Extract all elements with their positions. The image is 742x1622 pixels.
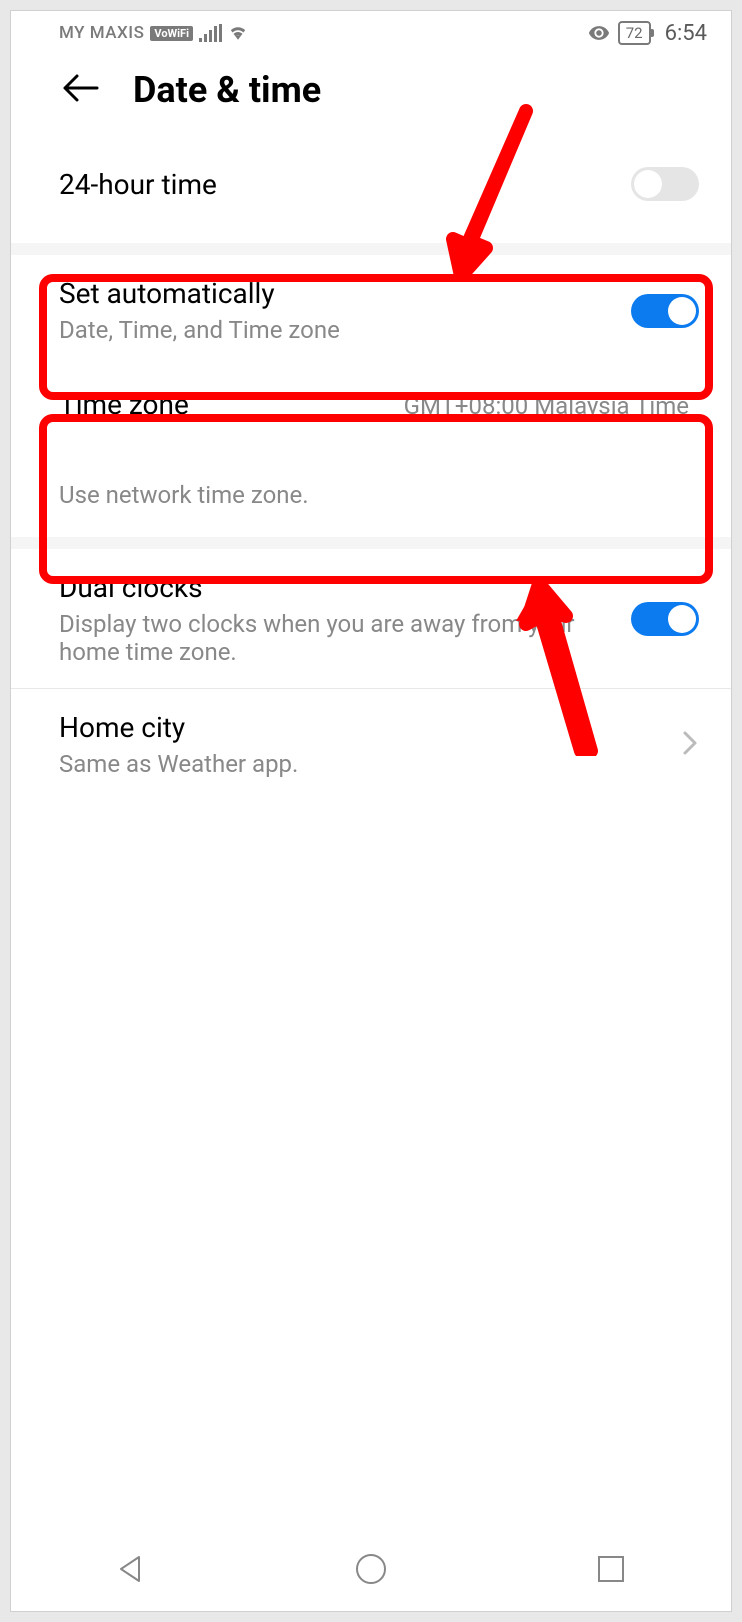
setting-title-home-city: Home city bbox=[59, 711, 665, 744]
setting-set-automatically[interactable]: Set automatically Date, Time, and Time z… bbox=[11, 255, 731, 366]
nav-recent-button[interactable] bbox=[591, 1549, 631, 1593]
setting-dual-clocks[interactable]: Dual clocks Display two clocks when you … bbox=[11, 549, 731, 689]
setting-home-city[interactable]: Home city Same as Weather app. bbox=[11, 689, 731, 800]
setting-title-timezone: Time zone bbox=[59, 388, 189, 421]
toggle-set-automatically[interactable] bbox=[631, 294, 699, 328]
clock-time: 6:54 bbox=[665, 21, 707, 46]
battery-icon: 72 bbox=[618, 21, 651, 45]
setting-subtitle-set-auto: Date, Time, and Time zone bbox=[59, 316, 631, 344]
setting-value-timezone: GMT+08:00 Malaysia Time bbox=[404, 392, 689, 420]
setting-24hour[interactable]: 24-hour time bbox=[11, 125, 731, 243]
wifi-icon bbox=[228, 24, 248, 42]
navigation-bar bbox=[11, 1531, 731, 1611]
signal-strength-icon bbox=[199, 24, 222, 42]
setting-timezone[interactable]: Time zone GMT+08:00 Malaysia Time Use ne… bbox=[11, 366, 731, 537]
toggle-24hour[interactable] bbox=[631, 167, 699, 201]
carrier-label: MY MAXIS bbox=[59, 23, 144, 43]
setting-desc-timezone: Use network time zone. bbox=[59, 481, 689, 509]
header: Date & time bbox=[11, 55, 731, 125]
setting-title-set-auto: Set automatically bbox=[59, 277, 631, 310]
setting-subtitle-dual-clocks: Display two clocks when you are away fro… bbox=[59, 610, 601, 666]
page-title: Date & time bbox=[133, 69, 321, 111]
setting-title-dual-clocks: Dual clocks bbox=[59, 571, 601, 604]
vowifi-badge: VoWiFi bbox=[150, 26, 193, 41]
chevron-right-icon bbox=[665, 729, 699, 761]
eye-icon bbox=[588, 22, 610, 44]
setting-title-24hour: 24-hour time bbox=[59, 168, 631, 201]
back-arrow-icon[interactable] bbox=[61, 72, 101, 108]
setting-subtitle-home-city: Same as Weather app. bbox=[59, 750, 665, 778]
nav-back-button[interactable] bbox=[111, 1549, 151, 1593]
status-bar: MY MAXIS VoWiFi 72 6:54 bbox=[11, 11, 731, 55]
toggle-dual-clocks[interactable] bbox=[631, 602, 699, 636]
battery-level: 72 bbox=[626, 24, 643, 42]
nav-home-button[interactable] bbox=[351, 1549, 391, 1593]
